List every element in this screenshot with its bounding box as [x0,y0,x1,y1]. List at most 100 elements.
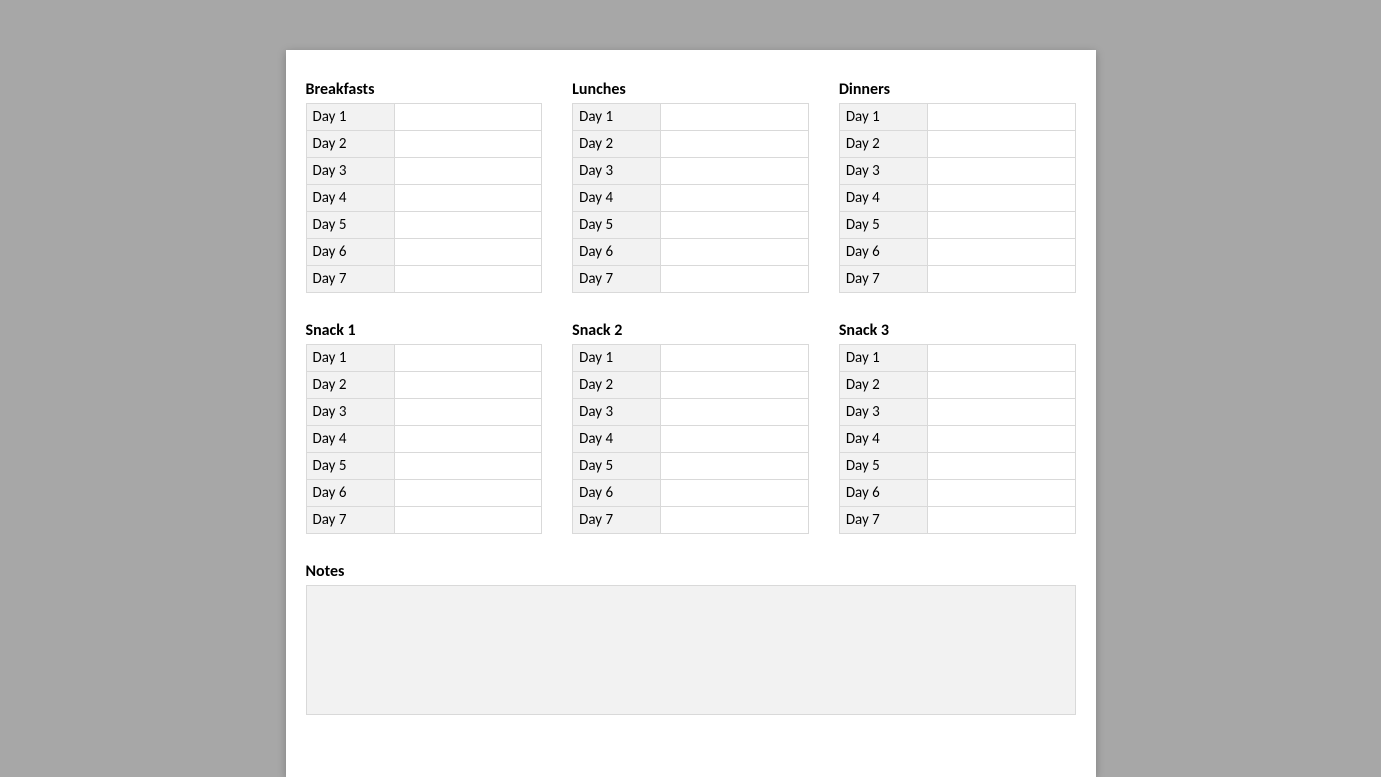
table-row: Day 5 [306,212,542,239]
day-value[interactable] [394,104,542,131]
table-row: Day 7 [573,266,809,293]
day-value[interactable] [927,372,1075,399]
day-value[interactable] [927,507,1075,534]
section-title: Dinners [839,80,1076,99]
day-value[interactable] [927,345,1075,372]
day-label: Day 4 [573,426,661,453]
day-value[interactable] [927,426,1075,453]
day-value[interactable] [661,399,809,426]
table-row: Day 6 [573,480,809,507]
day-value[interactable] [394,239,542,266]
day-label: Day 2 [306,372,394,399]
day-value[interactable] [394,507,542,534]
day-label: Day 3 [839,399,927,426]
table-row: Day 2 [839,372,1075,399]
day-value[interactable] [927,239,1075,266]
day-label: Day 7 [573,507,661,534]
day-label: Day 1 [306,104,394,131]
day-label: Day 2 [839,131,927,158]
day-label: Day 7 [306,507,394,534]
dinners-table: Day 1 Day 2 Day 3 Day 4 Day 5 Day 6 Day … [839,103,1076,293]
table-row: Day 1 [573,104,809,131]
day-value[interactable] [927,453,1075,480]
day-label: Day 1 [573,104,661,131]
day-label: Day 4 [839,426,927,453]
day-value[interactable] [661,426,809,453]
day-value[interactable] [394,131,542,158]
table-row: Day 7 [306,507,542,534]
day-value[interactable] [394,372,542,399]
table-row: Day 3 [573,399,809,426]
day-label: Day 4 [306,426,394,453]
day-value[interactable] [927,266,1075,293]
day-value[interactable] [661,266,809,293]
table-row: Day 3 [573,158,809,185]
table-row: Day 5 [573,453,809,480]
table-row: Day 2 [306,131,542,158]
day-value[interactable] [661,185,809,212]
lunches-table: Day 1 Day 2 Day 3 Day 4 Day 5 Day 6 Day … [572,103,809,293]
table-row: Day 7 [306,266,542,293]
table-row: Day 7 [573,507,809,534]
day-value[interactable] [927,158,1075,185]
table-row: Day 4 [839,185,1075,212]
snack-2-section: Snack 2 Day 1 Day 2 Day 3 Day 4 Day 5 Da… [572,321,809,534]
day-value[interactable] [661,212,809,239]
day-value[interactable] [394,453,542,480]
day-value[interactable] [927,399,1075,426]
snack-3-table: Day 1 Day 2 Day 3 Day 4 Day 5 Day 6 Day … [839,344,1076,534]
table-row: Day 6 [839,480,1075,507]
section-title: Snack 2 [572,321,809,340]
day-label: Day 3 [306,158,394,185]
day-value[interactable] [661,158,809,185]
section-title: Snack 1 [306,321,543,340]
table-row: Day 2 [306,372,542,399]
table-row: Day 7 [839,266,1075,293]
snack-3-section: Snack 3 Day 1 Day 2 Day 3 Day 4 Day 5 Da… [839,321,1076,534]
day-value[interactable] [661,507,809,534]
table-row: Day 1 [573,345,809,372]
day-value[interactable] [927,131,1075,158]
day-value[interactable] [661,239,809,266]
table-row: Day 7 [839,507,1075,534]
table-row: Day 4 [306,185,542,212]
day-value[interactable] [394,480,542,507]
day-value[interactable] [394,185,542,212]
day-label: Day 3 [573,158,661,185]
day-label: Day 6 [839,480,927,507]
day-value[interactable] [661,131,809,158]
day-value[interactable] [927,104,1075,131]
day-label: Day 5 [839,453,927,480]
day-value[interactable] [661,104,809,131]
day-label: Day 7 [839,266,927,293]
day-value[interactable] [394,158,542,185]
day-value[interactable] [394,426,542,453]
notes-box[interactable] [306,585,1076,715]
table-row: Day 6 [306,239,542,266]
day-label: Day 6 [839,239,927,266]
day-value[interactable] [661,453,809,480]
table-row: Day 3 [839,158,1075,185]
table-row: Day 1 [306,104,542,131]
lunches-section: Lunches Day 1 Day 2 Day 3 Day 4 Day 5 Da… [572,80,809,293]
day-value[interactable] [394,266,542,293]
table-row: Day 2 [839,131,1075,158]
table-row: Day 2 [573,131,809,158]
table-row: Day 1 [839,345,1075,372]
day-value[interactable] [927,185,1075,212]
day-value[interactable] [661,345,809,372]
day-label: Day 1 [573,345,661,372]
day-value[interactable] [927,480,1075,507]
day-value[interactable] [661,480,809,507]
day-value[interactable] [394,399,542,426]
day-value[interactable] [927,212,1075,239]
table-row: Day 4 [306,426,542,453]
day-label: Day 6 [573,239,661,266]
day-label: Day 7 [306,266,394,293]
day-value[interactable] [394,212,542,239]
day-value[interactable] [661,372,809,399]
day-value[interactable] [394,345,542,372]
table-row: Day 5 [839,212,1075,239]
section-title: Lunches [572,80,809,99]
table-row: Day 3 [306,158,542,185]
